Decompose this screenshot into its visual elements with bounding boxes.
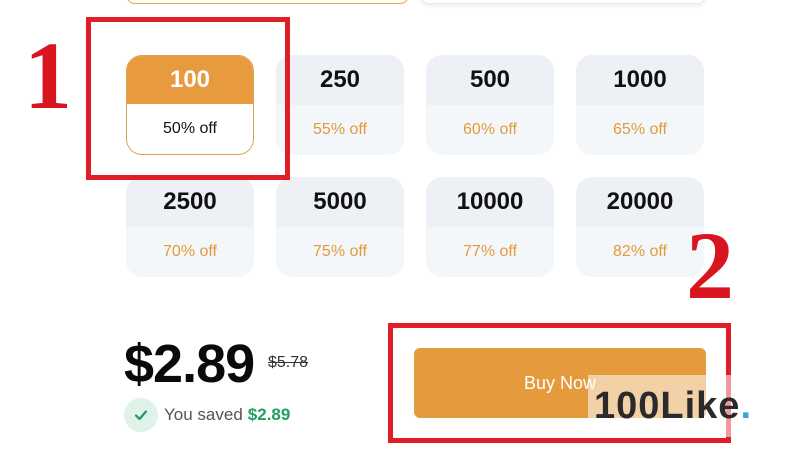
package-quantity: 2500: [126, 177, 254, 227]
package-discount: 82% off: [613, 243, 667, 260]
package-2500[interactable]: 2500 70% off: [126, 177, 254, 277]
package-quantity: 20000: [576, 177, 704, 227]
current-price: $2.89: [124, 334, 255, 394]
watermark-dot: .: [740, 384, 753, 427]
package-discount: 70% off: [163, 243, 217, 260]
package-quantity: 250: [276, 55, 404, 105]
package-1000[interactable]: 1000 65% off: [576, 55, 704, 155]
package-discount: 65% off: [613, 121, 667, 138]
check-icon: [124, 398, 158, 432]
package-discount: 77% off: [463, 243, 517, 260]
package-250[interactable]: 250 55% off: [276, 55, 404, 155]
previous-option-card-left[interactable]: [126, 0, 409, 4]
previous-option-card-right[interactable]: [420, 0, 706, 4]
package-quantity: 1000: [576, 55, 704, 105]
package-quantity: 500: [426, 55, 554, 105]
package-20000[interactable]: 20000 82% off: [576, 177, 704, 277]
original-price: $5.78: [268, 354, 309, 371]
savings-row: You saved $2.89: [124, 398, 290, 432]
annotation-box-1: [86, 17, 290, 180]
package-quantity: 10000: [426, 177, 554, 227]
savings-label: You saved: [164, 405, 243, 424]
watermark-logo: 100Like.: [588, 375, 751, 437]
watermark-text: 100Like: [594, 384, 741, 427]
package-discount: 75% off: [313, 243, 367, 260]
package-discount: 55% off: [313, 121, 367, 138]
package-quantity: 5000: [276, 177, 404, 227]
package-500[interactable]: 500 60% off: [426, 55, 554, 155]
annotation-step-1: 1: [24, 22, 72, 129]
annotation-step-2: 2: [686, 212, 734, 319]
savings-amount: $2.89: [247, 405, 291, 424]
package-discount: 60% off: [463, 121, 517, 138]
package-5000[interactable]: 5000 75% off: [276, 177, 404, 277]
package-10000[interactable]: 10000 77% off: [426, 177, 554, 277]
